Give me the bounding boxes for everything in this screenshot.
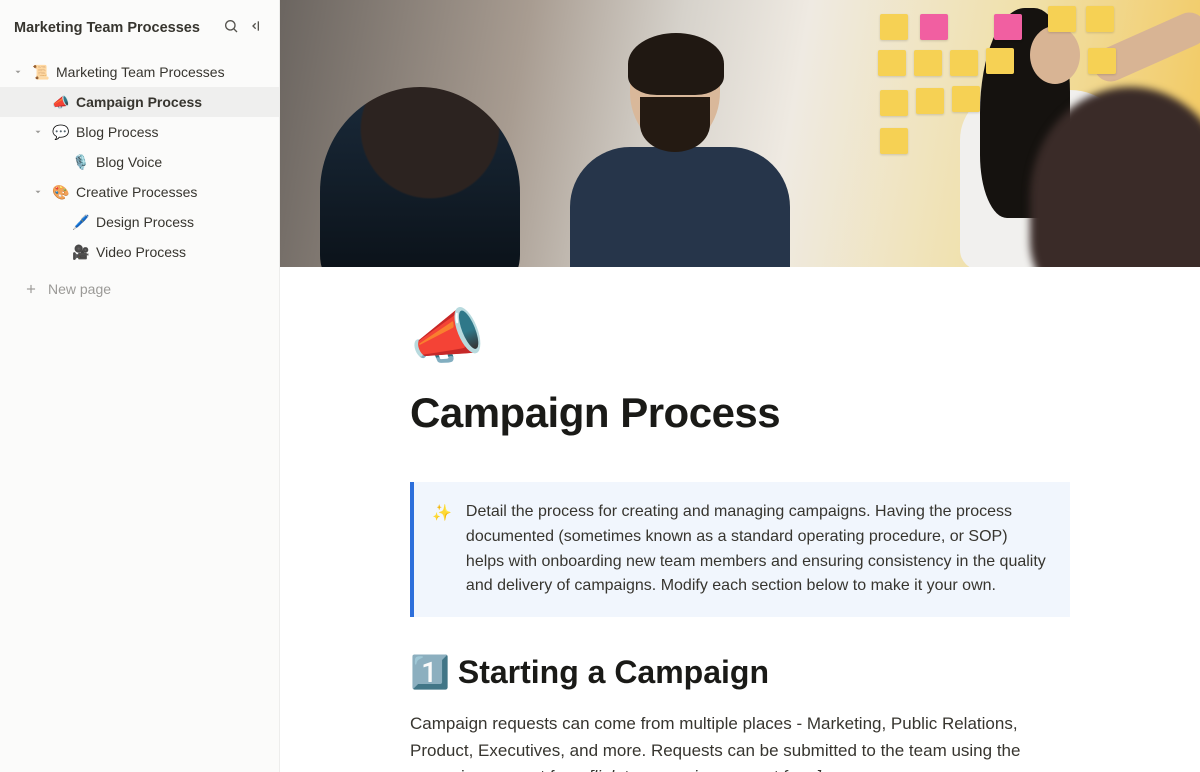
sidebar-item-label: Marketing Team Processes xyxy=(56,64,269,80)
plus-icon xyxy=(24,282,38,296)
page-emoji-icon: 📣 xyxy=(52,94,70,111)
page-emoji-icon: 📜 xyxy=(32,64,50,81)
sidebar: Marketing Team Processes 📜 Marketing Team… xyxy=(0,0,280,772)
sidebar-item-marketing-team-processes[interactable]: 📜 Marketing Team Processes xyxy=(0,57,279,87)
sidebar-item-label: Video Process xyxy=(96,244,269,260)
sidebar-item-label: Blog Process xyxy=(76,124,269,140)
chevron-down-icon[interactable] xyxy=(30,184,46,200)
sidebar-item-label: Creative Processes xyxy=(76,184,269,200)
new-page-label: New page xyxy=(48,281,111,297)
sidebar-item-campaign-process[interactable]: 📣 Campaign Process xyxy=(0,87,279,117)
sidebar-item-label: Design Process xyxy=(96,214,269,230)
page-icon[interactable]: 📣 xyxy=(410,307,485,367)
search-icon[interactable] xyxy=(223,18,239,37)
sidebar-item-blog-voice[interactable]: 🎙️ Blog Voice xyxy=(0,147,279,177)
sidebar-item-creative-processes[interactable]: 🎨 Creative Processes xyxy=(0,177,279,207)
callout-text: Detail the process for creating and mana… xyxy=(466,500,1048,599)
chevron-down-icon[interactable] xyxy=(10,64,26,80)
collapse-sidebar-icon[interactable] xyxy=(249,18,265,37)
sidebar-item-label: Blog Voice xyxy=(96,154,269,170)
sparkle-icon: ✨ xyxy=(432,502,452,599)
chevron-down-icon[interactable] xyxy=(30,124,46,140)
body-text: Campaign requests can come from multiple… xyxy=(410,714,1020,772)
page-emoji-icon: 💬 xyxy=(52,124,70,141)
page-emoji-icon: 🎥 xyxy=(72,244,90,261)
chevron-down-icon xyxy=(30,94,46,110)
cover-image[interactable] xyxy=(280,0,1200,267)
page-title[interactable]: Campaign Process xyxy=(410,389,1070,437)
sidebar-item-blog-process[interactable]: 💬 Blog Process xyxy=(0,117,279,147)
workspace-title[interactable]: Marketing Team Processes xyxy=(14,20,223,36)
main-content: 📣 Campaign Process ✨ Detail the process … xyxy=(280,0,1200,772)
page-tree: 📜 Marketing Team Processes 📣 Campaign Proce… xyxy=(0,53,279,267)
info-callout[interactable]: ✨ Detail the process for creating and ma… xyxy=(410,482,1070,617)
section-heading-text: Starting a Campaign xyxy=(458,654,769,691)
sidebar-header: Marketing Team Processes xyxy=(0,18,279,53)
chevron-down-icon xyxy=(50,214,66,230)
sidebar-item-label: Campaign Process xyxy=(76,94,269,110)
page-emoji-icon: 🖊️ xyxy=(72,214,90,231)
page-emoji-icon: 🎨 xyxy=(52,184,70,201)
section-heading-starting[interactable]: 1️⃣ Starting a Campaign xyxy=(410,653,1070,691)
sidebar-item-video-process[interactable]: 🎥 Video Process xyxy=(0,237,279,267)
chevron-down-icon xyxy=(50,154,66,170)
keycap-one-icon: 1️⃣ xyxy=(410,653,450,691)
body-paragraph[interactable]: Campaign requests can come from multiple… xyxy=(410,711,1070,772)
sidebar-item-design-process[interactable]: 🖊️ Design Process xyxy=(0,207,279,237)
body-link-placeholder: [link to campaign request form]. xyxy=(589,767,826,772)
page-emoji-icon: 🎙️ xyxy=(72,154,90,171)
chevron-down-icon xyxy=(50,244,66,260)
new-page-button[interactable]: New page xyxy=(0,273,279,305)
